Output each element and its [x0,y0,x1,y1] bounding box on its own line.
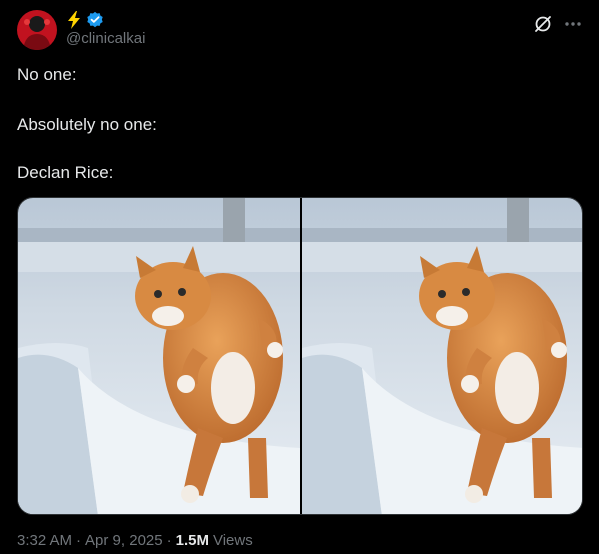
tweet: @clinicalkai No one: Absolutely no one: … [0,0,599,554]
verified-badge-icon [87,11,103,28]
display-name[interactable] [66,9,104,31]
tweet-text-line: No one: [17,65,77,84]
tweet-text-line: Absolutely no one: [17,115,157,134]
separator: · [166,532,172,549]
tweet-text-line: Declan Rice: [17,163,114,182]
separator: · [76,532,82,549]
views-count: 1.5M [175,532,209,549]
cat-photo[interactable] [302,198,582,514]
avatar[interactable] [17,10,57,50]
post-time[interactable]: 3:32 AM [17,532,72,549]
views-label: Views [212,532,253,549]
more-options-icon[interactable] [562,13,584,35]
lightning-icon [68,11,80,29]
cat-photo[interactable] [18,198,300,514]
media-grid [17,197,583,515]
grok-icon[interactable] [532,13,554,35]
tweet-meta: 3:32 AM · Apr 9, 2025 · 1.5M Views [17,532,253,549]
post-date[interactable]: Apr 9, 2025 [85,532,163,549]
user-handle[interactable]: @clinicalkai [66,30,145,47]
